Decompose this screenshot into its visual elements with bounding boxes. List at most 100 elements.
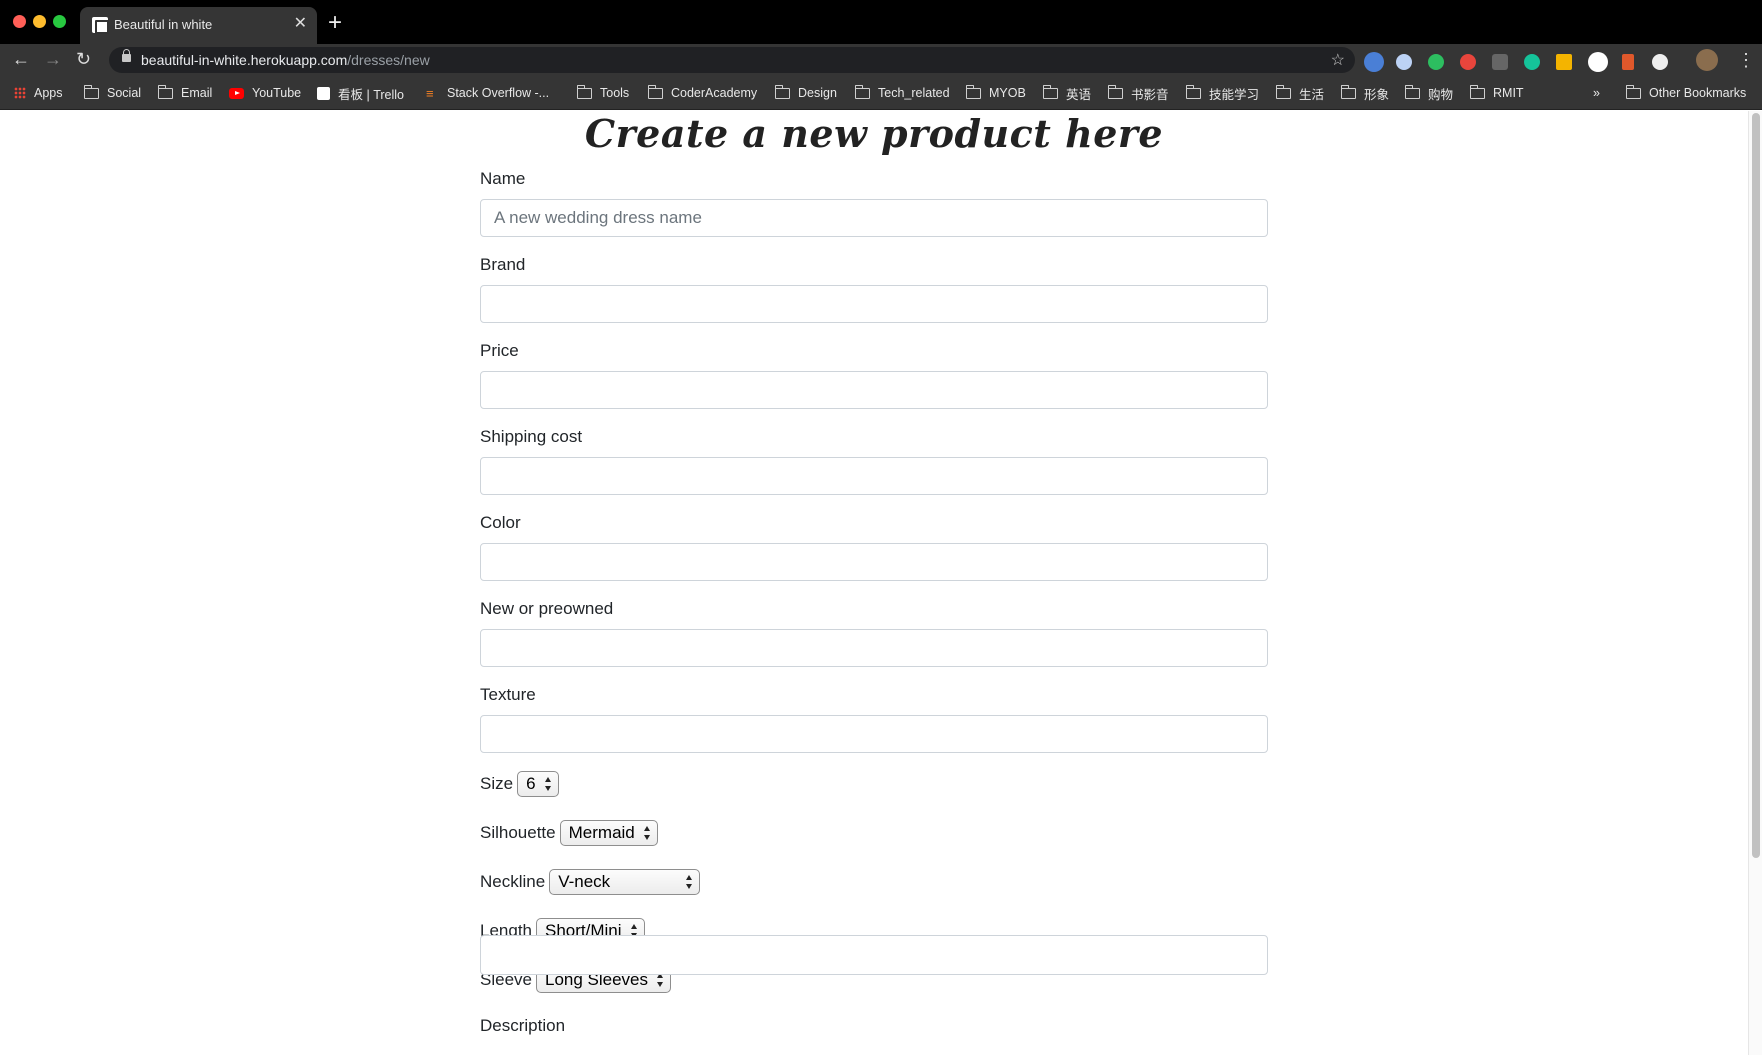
select-arrows-icon xyxy=(657,973,664,987)
name-input[interactable] xyxy=(480,199,1268,237)
bookmark-skills[interactable]: 技能学习 xyxy=(1186,84,1259,102)
folder-icon xyxy=(855,84,870,99)
page-content: Create a new product here Name Brand Pri… xyxy=(0,111,1748,1055)
bookmark-rmit[interactable]: RMIT xyxy=(1470,84,1524,102)
apps-grid-icon xyxy=(14,87,26,99)
bookmark-tech-related[interactable]: Tech_related xyxy=(855,84,950,102)
folder-icon xyxy=(1341,84,1356,99)
site-favicon-icon xyxy=(92,17,109,34)
bookmark-myob[interactable]: MYOB xyxy=(966,84,1026,102)
youtube-icon xyxy=(229,87,244,99)
condition-input[interactable] xyxy=(480,629,1268,667)
bookmark-english[interactable]: 英语 xyxy=(1043,84,1091,102)
translate-extension-icon[interactable] xyxy=(1364,52,1384,72)
minimize-window-button[interactable] xyxy=(33,15,46,28)
stackoverflow-icon: ≡ xyxy=(426,85,434,101)
bookmark-design[interactable]: Design xyxy=(775,84,837,102)
close-window-button[interactable] xyxy=(13,15,26,28)
select-arrows-icon xyxy=(643,826,651,840)
bookmarks-bar: Apps Social Email YouTube 看板 | Trello ≡ S… xyxy=(0,76,1762,110)
folder-icon xyxy=(577,84,592,99)
silhouette-label: Silhouette xyxy=(480,823,556,842)
bookmark-youtube[interactable]: YouTube xyxy=(229,84,301,102)
bookmarks-overflow-button[interactable]: » xyxy=(1593,84,1600,102)
bookmark-stackoverflow[interactable]: ≡ Stack Overflow -... xyxy=(426,84,549,102)
extension-icon-orange[interactable] xyxy=(1622,54,1634,70)
bookmark-star-icon[interactable]: ☆ xyxy=(1331,50,1345,70)
neckline-row: Neckline V-neck xyxy=(480,869,701,895)
page-title: Create a new product here xyxy=(584,111,1164,156)
browser-titlebar: Beautiful in white ✕ + xyxy=(0,0,1762,44)
folder-icon xyxy=(1043,84,1058,99)
tab-title: Beautiful in white xyxy=(114,17,213,32)
shipping-cost-input[interactable] xyxy=(480,457,1268,495)
folder-icon xyxy=(966,84,981,99)
browser-menu-icon[interactable]: ⋮ xyxy=(1737,50,1755,70)
extension-icon-red[interactable] xyxy=(1460,54,1476,70)
bookmark-social[interactable]: Social xyxy=(84,84,141,102)
extension-icon[interactable] xyxy=(1396,54,1412,70)
google-drive-extension-icon[interactable] xyxy=(1556,54,1572,70)
forward-arrow-icon[interactable]: → xyxy=(44,48,62,70)
bookmark-books-movies[interactable]: 书影音 xyxy=(1108,84,1169,102)
description-textarea[interactable] xyxy=(480,935,1268,975)
extension-icon-white[interactable] xyxy=(1652,54,1668,70)
silhouette-row: Silhouette Mermaid xyxy=(480,820,658,846)
description-label: Description xyxy=(480,1016,566,1035)
size-row: Size 6 xyxy=(480,771,559,797)
bookmark-other-bookmarks[interactable]: Other Bookmarks xyxy=(1626,84,1746,102)
bookmark-tools[interactable]: Tools xyxy=(577,84,629,102)
condition-label: New or preowned xyxy=(480,599,614,618)
reload-icon[interactable]: ↻ xyxy=(76,48,91,70)
scrollbar-thumb[interactable] xyxy=(1752,113,1760,858)
browser-tab[interactable]: Beautiful in white ✕ xyxy=(80,7,317,44)
pinterest-extension-icon[interactable] xyxy=(1588,52,1608,72)
bookmark-trello[interactable]: 看板 | Trello xyxy=(317,84,404,102)
trello-icon xyxy=(317,86,330,100)
bookmark-image[interactable]: 形象 xyxy=(1341,84,1389,102)
folder-icon xyxy=(1276,84,1291,99)
select-arrows-icon xyxy=(686,875,693,889)
grammarly-extension-icon[interactable] xyxy=(1524,54,1540,70)
folder-icon xyxy=(1186,84,1201,99)
bookmark-life[interactable]: 生活 xyxy=(1276,84,1324,102)
folder-icon xyxy=(1626,84,1641,99)
profile-avatar[interactable] xyxy=(1696,49,1718,71)
price-label: Price xyxy=(480,341,519,360)
back-arrow-icon[interactable]: ← xyxy=(12,48,30,70)
folder-icon xyxy=(1108,84,1123,99)
folder-icon xyxy=(1470,84,1485,99)
bookmark-coderacademy[interactable]: CoderAcademy xyxy=(648,84,757,102)
new-tab-button[interactable]: + xyxy=(328,9,342,37)
browser-toolbar: ← → ↻ beautiful-in-white.herokuapp.com/d… xyxy=(0,44,1762,76)
evernote-extension-icon[interactable] xyxy=(1428,54,1444,70)
texture-input[interactable] xyxy=(480,715,1268,753)
folder-icon xyxy=(158,84,173,99)
bookmark-email[interactable]: Email xyxy=(158,84,212,102)
address-bar[interactable]: beautiful-in-white.herokuapp.com/dresses… xyxy=(109,47,1355,73)
maximize-window-button[interactable] xyxy=(53,15,66,28)
neckline-select[interactable]: V-neck xyxy=(549,869,701,895)
brand-label: Brand xyxy=(480,255,526,274)
shipping-cost-label: Shipping cost xyxy=(480,427,583,446)
bookmark-shopping[interactable]: 购物 xyxy=(1405,84,1453,102)
pocket-extension-icon[interactable] xyxy=(1492,54,1508,70)
size-label: Size xyxy=(480,774,514,793)
folder-icon xyxy=(775,84,790,99)
silhouette-select[interactable]: Mermaid xyxy=(559,820,658,846)
folder-icon xyxy=(84,84,99,99)
price-input[interactable] xyxy=(480,371,1268,409)
texture-label: Texture xyxy=(480,685,536,704)
url-text: beautiful-in-white.herokuapp.com/dresses… xyxy=(141,52,430,68)
size-select[interactable]: 6 xyxy=(517,771,559,797)
brand-input[interactable] xyxy=(480,285,1268,323)
color-input[interactable] xyxy=(480,543,1268,581)
folder-icon xyxy=(648,84,663,99)
close-tab-icon[interactable]: ✕ xyxy=(294,15,307,33)
folder-icon xyxy=(1405,84,1420,99)
color-label: Color xyxy=(480,513,521,532)
bookmark-apps[interactable]: Apps xyxy=(14,84,63,102)
lock-icon xyxy=(122,49,131,62)
select-arrows-icon xyxy=(544,777,552,791)
page-scrollbar[interactable] xyxy=(1748,111,1762,1055)
